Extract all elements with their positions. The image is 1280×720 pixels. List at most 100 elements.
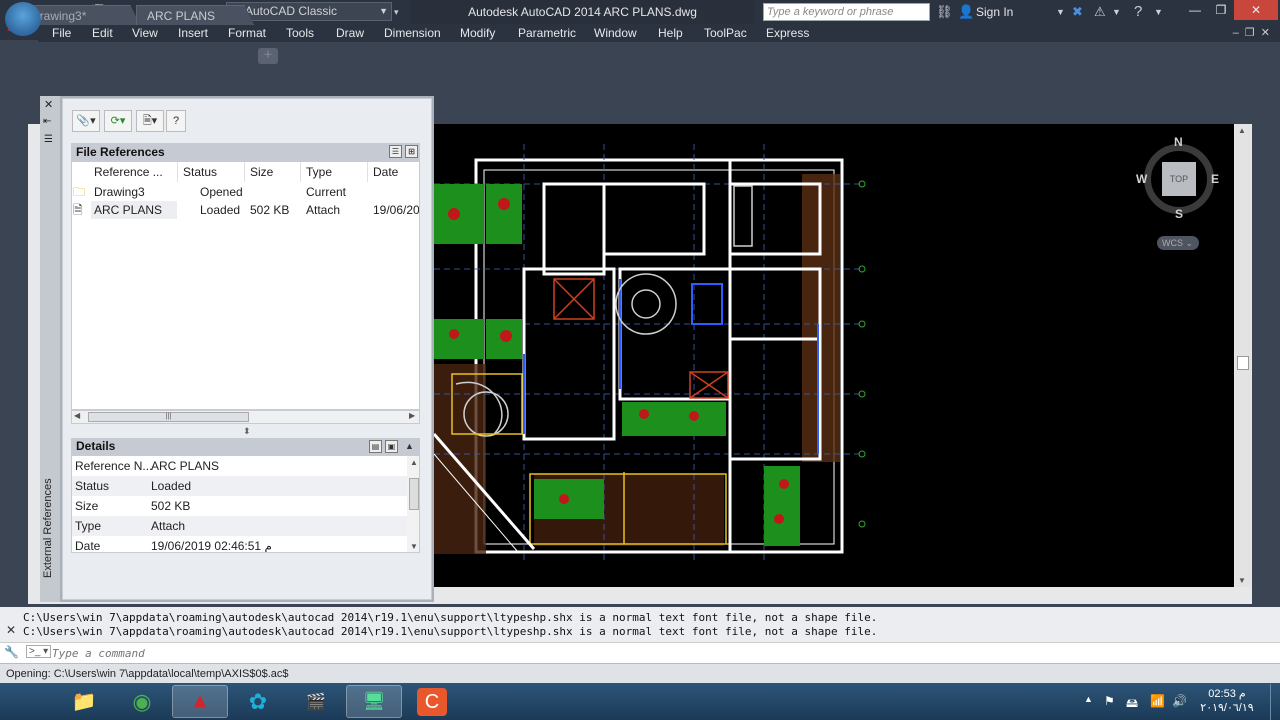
minimize-icon[interactable]: — [1182, 0, 1208, 20]
ucs-menu-button[interactable]: WCS ⌄ [1157, 236, 1199, 250]
file-explorer-taskbar-icon[interactable]: 📁 [56, 685, 112, 718]
compass-north[interactable]: N [1174, 135, 1183, 149]
column-size[interactable]: Size [245, 162, 301, 182]
detail-value: 502 KB [151, 499, 191, 513]
column-reference-name[interactable]: Reference ... [89, 162, 178, 182]
palette-properties-icon[interactable]: ☰ [44, 134, 53, 145]
quick-access-more-icon[interactable]: ▾ [394, 3, 406, 21]
collapse-icon[interactable]: ▲ [405, 438, 414, 455]
menu-parametric[interactable]: Parametric [518, 24, 576, 42]
status-bar: Opening: C:\Users\win 7\appdata\local\te… [0, 663, 1280, 683]
media-app-taskbar-icon[interactable]: ✿ [230, 685, 286, 718]
menu-view[interactable]: View [132, 24, 158, 42]
recent-commands-icon[interactable]: >_ ▾ [26, 645, 52, 658]
recorder-taskbar-icon[interactable]: C [404, 685, 460, 718]
window-title: Autodesk AutoCAD 2014 ARC PLANS.dwg [410, 0, 755, 24]
sign-in-button[interactable]: Sign In [976, 3, 1013, 21]
show-desktop-button[interactable] [1270, 684, 1280, 720]
exchange-icon[interactable]: ✖ [1072, 3, 1083, 21]
action-center-icon[interactable]: ⚑ [1104, 694, 1115, 708]
menu-file[interactable]: File [52, 24, 71, 42]
start-button[interactable] [5, 2, 41, 36]
column-type[interactable]: Type [301, 162, 368, 182]
close-icon[interactable]: ✕ [6, 623, 16, 637]
menu-toolpac[interactable]: ToolPac [704, 24, 747, 42]
menu-modify[interactable]: Modify [460, 24, 495, 42]
document-window-controls[interactable]: –❐✕ [1233, 24, 1276, 42]
detail-row: Size 502 KB [72, 496, 407, 516]
close-icon[interactable]: ✕ [1234, 0, 1278, 20]
autodesk-app-icon[interactable]: ⚠ [1094, 3, 1106, 21]
binoculars-icon[interactable]: ⛓ [936, 3, 953, 21]
scroll-left-icon[interactable]: ◀ [74, 411, 80, 420]
drawing-canvas[interactable] [434, 124, 1234, 587]
volume-icon[interactable]: 🔊 [1172, 694, 1187, 708]
menu-express[interactable]: Express [766, 24, 809, 42]
table-row[interactable]: 🗎 ARC PLANS Loaded 502 KB Attach 19/06/2… [72, 201, 419, 219]
ref-type: Current [306, 185, 347, 199]
list-view-icon[interactable]: ☰ [389, 145, 402, 158]
table-row[interactable]: 🗀 Drawing3 Opened Current [72, 183, 419, 201]
palette-autohide-icon[interactable]: ⇤ [43, 116, 51, 127]
tree-view-icon[interactable]: ⊞ [405, 145, 418, 158]
help-search-input[interactable]: Type a keyword or phrase [763, 3, 930, 21]
autocad-taskbar-icon[interactable]: ▲ [172, 685, 228, 718]
video-player-taskbar-icon[interactable]: 🎬 [288, 685, 344, 718]
device-icon[interactable]: 🖴 [1126, 694, 1138, 715]
taskbar-clock[interactable]: 02:53 م ٢٠١٩/٠٦/١٩ [1196, 687, 1258, 715]
scroll-thumb[interactable] [1237, 356, 1249, 370]
command-input[interactable] [52, 645, 1272, 661]
app-window-taskbar-icon[interactable]: 🖥 [346, 685, 402, 718]
ref-type: Attach [306, 203, 341, 217]
details-view-icon[interactable]: ▤ [369, 440, 382, 453]
scroll-right-icon[interactable]: ▶ [409, 411, 415, 420]
tray-expand-icon[interactable]: ▲ [1084, 694, 1093, 704]
compass-west[interactable]: W [1136, 172, 1147, 186]
menu-edit[interactable]: Edit [92, 24, 113, 42]
refresh-button[interactable]: ⟳▾ [104, 110, 132, 132]
tab-arc-plans[interactable]: ARC PLANS [136, 5, 254, 25]
menu-format[interactable]: Format [228, 24, 266, 42]
horizontal-scrollbar[interactable]: ◀ ||| ▶ [71, 410, 420, 424]
attach-dwg-button[interactable]: 📎▾ [72, 110, 100, 132]
menu-insert[interactable]: Insert [178, 24, 208, 42]
scroll-thumb[interactable] [409, 478, 419, 510]
scroll-down-icon[interactable]: ▼ [410, 542, 418, 551]
help-icon[interactable]: ? [166, 110, 186, 132]
menu-window[interactable]: Window [594, 24, 637, 42]
chrome-taskbar-icon[interactable]: ◉ [114, 685, 170, 718]
change-path-button[interactable]: 🗎▾ [136, 110, 164, 132]
new-tab-icon[interactable]: ＋ [258, 48, 278, 64]
compass-south[interactable]: S [1175, 207, 1183, 221]
viewcube-top-face[interactable]: TOP [1162, 162, 1196, 196]
column-status[interactable]: Status [178, 162, 245, 182]
workspace-dropdown[interactable]: ⚙ AutoCAD Classic ▼ [226, 2, 392, 21]
palette-close-icon[interactable]: ✕ [44, 98, 53, 111]
maximize-icon[interactable]: ❐ [1208, 0, 1234, 20]
panel-splitter-icon[interactable]: ⬍ [243, 426, 251, 437]
dwg-file-icon: 🗀 [73, 185, 86, 199]
help-icon[interactable]: ? [1134, 3, 1142, 21]
menu-help[interactable]: Help [658, 24, 683, 42]
detail-value: 19/06/2019 02:46:51 م [151, 539, 272, 553]
file-references-list[interactable]: Reference ... Status Size Type Date 🗀 Dr… [71, 161, 420, 410]
menu-tools[interactable]: Tools [286, 24, 314, 42]
details-scrollbar[interactable]: ▲ ▼ [407, 456, 419, 552]
scroll-up-icon[interactable]: ▲ [1238, 126, 1246, 135]
scroll-thumb[interactable]: ||| [88, 412, 249, 422]
detail-value[interactable]: ARC PLANS [151, 456, 219, 476]
wrench-icon[interactable]: 🔧 [4, 645, 19, 659]
scroll-up-icon[interactable]: ▲ [410, 458, 418, 467]
vertical-scrollbar[interactable]: ▲ ▼ [1235, 124, 1251, 587]
menu-draw[interactable]: Draw [336, 24, 364, 42]
network-icon[interactable]: 📶 [1150, 694, 1165, 708]
menu-dimension[interactable]: Dimension [384, 24, 441, 42]
scroll-down-icon[interactable]: ▼ [1238, 576, 1246, 585]
chevron-down-icon[interactable]: ▼ [1056, 3, 1065, 21]
chevron-down-icon: ▼ [379, 6, 388, 16]
chevron-down-icon[interactable]: ▼ [1112, 3, 1121, 21]
chevron-down-icon[interactable]: ▼ [1154, 3, 1163, 21]
column-date[interactable]: Date [368, 162, 419, 182]
preview-view-icon[interactable]: ▣ [385, 440, 398, 453]
compass-east[interactable]: E [1211, 172, 1219, 186]
